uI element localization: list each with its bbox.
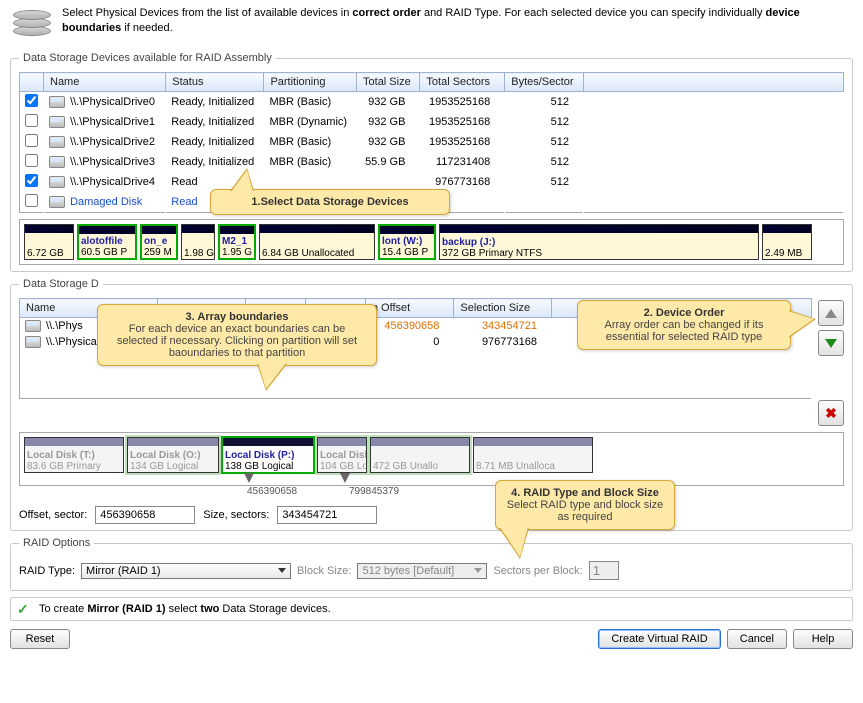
offset-input[interactable] [95,506,195,524]
device-checkbox[interactable] [25,114,38,127]
create-raid-button[interactable]: Create Virtual RAID [598,629,720,649]
selected-devices-legend: Data Storage D [19,278,103,290]
partition-block[interactable]: Local Disk (P:)138 GB Logical [222,437,314,473]
offset-label: Offset, sector: [19,509,87,521]
partition-block[interactable]: Local Disk (T:)83.6 GB Primary [24,437,124,473]
partition-block[interactable]: on_e259 M [140,224,178,260]
boundary-handle-end[interactable] [340,473,350,483]
cancel-button[interactable]: Cancel [727,629,787,649]
boundary-start-label: 456390658 [247,486,297,497]
col-total-size[interactable]: Total Size [357,73,420,92]
col-bytes-sector[interactable]: Bytes/Sector [505,73,584,92]
col2-selsize[interactable]: Selection Size [454,299,552,318]
selected-partition-strip[interactable]: Local Disk (T:)83.6 GB PrimaryLocal Disk… [19,432,844,486]
callout-3: 3. Array boundaries For each device an e… [97,304,377,366]
callout-2: 2. Device Order Array order can be chang… [577,300,791,350]
partition-block[interactable]: Local Disk (R:)104 GB Logical [317,437,367,473]
partition-block[interactable]: 472 GB Unallo [370,437,470,473]
col-partitioning[interactable]: Partitioning [264,73,357,92]
partition-block[interactable]: 2.49 MB [762,224,812,260]
block-size-combo: 512 bytes [Default] [357,563,487,579]
available-partition-strip[interactable]: 6.72 GBalotoffile60.5 GB Pon_e259 M1.98 … [19,219,844,265]
buttons-row: Reset Create Virtual RAID Cancel Help [10,629,853,649]
callout-1: 1.Select Data Storage Devices [210,189,450,215]
drive-stack-icon [10,6,54,42]
block-size-label: Block Size: [297,565,351,577]
header: Select Physical Devices from the list of… [10,6,853,42]
raid-type-combo[interactable]: Mirror (RAID 1) [81,563,291,579]
col2-offset[interactable]: n Offset [365,299,454,318]
status-text: To create Mirror (RAID 1) select two Dat… [39,603,331,615]
col-name[interactable]: Name [44,73,166,92]
drive-icon [25,320,41,332]
raid-type-label: RAID Type: [19,565,75,577]
callout-4: 4. RAID Type and Block Size Select RAID … [495,480,675,530]
partition-block[interactable]: 6.72 GB [24,224,74,260]
available-devices-fieldset: Data Storage Devices available for RAID … [10,52,853,272]
col-total-sectors[interactable]: Total Sectors [420,73,505,92]
header-text: Select Physical Devices from the list of… [62,6,853,36]
drive-icon [49,116,65,128]
drive-icon [49,156,65,168]
sectors-per-block-label: Sectors per Block: [493,565,582,577]
raid-options-fieldset: RAID Options RAID Type: Mirror (RAID 1) … [10,537,853,591]
device-checkbox[interactable] [25,134,38,147]
table-row[interactable]: \\.\PhysicalDrive2Ready, InitializedMBR … [20,132,844,152]
drive-icon [49,96,65,108]
device-checkbox[interactable] [25,174,38,187]
drive-icon [25,336,41,348]
table-row[interactable]: \\.\PhysicalDrive0Ready, InitializedMBR … [20,92,844,113]
table-row[interactable]: \\.\PhysicalDrive3Ready, InitializedMBR … [20,152,844,172]
raid-options-legend: RAID Options [19,537,94,549]
remove-button[interactable]: ✖ [818,400,844,426]
partition-block[interactable]: lont (W:)15.4 GB P [378,224,436,260]
move-up-button[interactable] [818,300,844,326]
col-status[interactable]: Status [166,73,264,92]
device-checkbox[interactable] [25,154,38,167]
partition-block[interactable]: Local Disk (O:)134 GB Logical [127,437,219,473]
partition-block[interactable]: M2_11.95 G [218,224,256,260]
offset-size-row: Offset, sector: Size, sectors: [19,506,844,524]
device-checkbox[interactable] [25,94,38,107]
check-icon [17,601,33,617]
partition-block[interactable]: alotoffile60.5 GB P [77,224,137,260]
size-input[interactable] [277,506,377,524]
move-down-button[interactable] [818,330,844,356]
drive-icon [49,136,65,148]
drive-icon [49,176,65,188]
help-button[interactable]: Help [793,629,853,649]
boundary-end-label: 799845379 [349,486,399,497]
table-row[interactable]: \\.\PhysicalDrive1Ready, InitializedMBR … [20,112,844,132]
partition-block[interactable]: 8.71 MB Unalloca [473,437,593,473]
status-bar: To create Mirror (RAID 1) select two Dat… [10,597,853,621]
partition-block[interactable]: backup (J:)372 GB Primary NTFS [439,224,759,260]
sectors-per-block-input [589,561,619,580]
available-devices-legend: Data Storage Devices available for RAID … [19,52,276,64]
size-label: Size, sectors: [203,509,269,521]
boundary-handle-start[interactable] [244,473,254,483]
partition-block[interactable]: 6.84 GB Unallocated [259,224,375,260]
drive-icon [49,196,65,208]
reset-button[interactable]: Reset [10,629,70,649]
partition-block[interactable]: 1.98 G [181,224,215,260]
device-checkbox[interactable] [25,194,38,207]
